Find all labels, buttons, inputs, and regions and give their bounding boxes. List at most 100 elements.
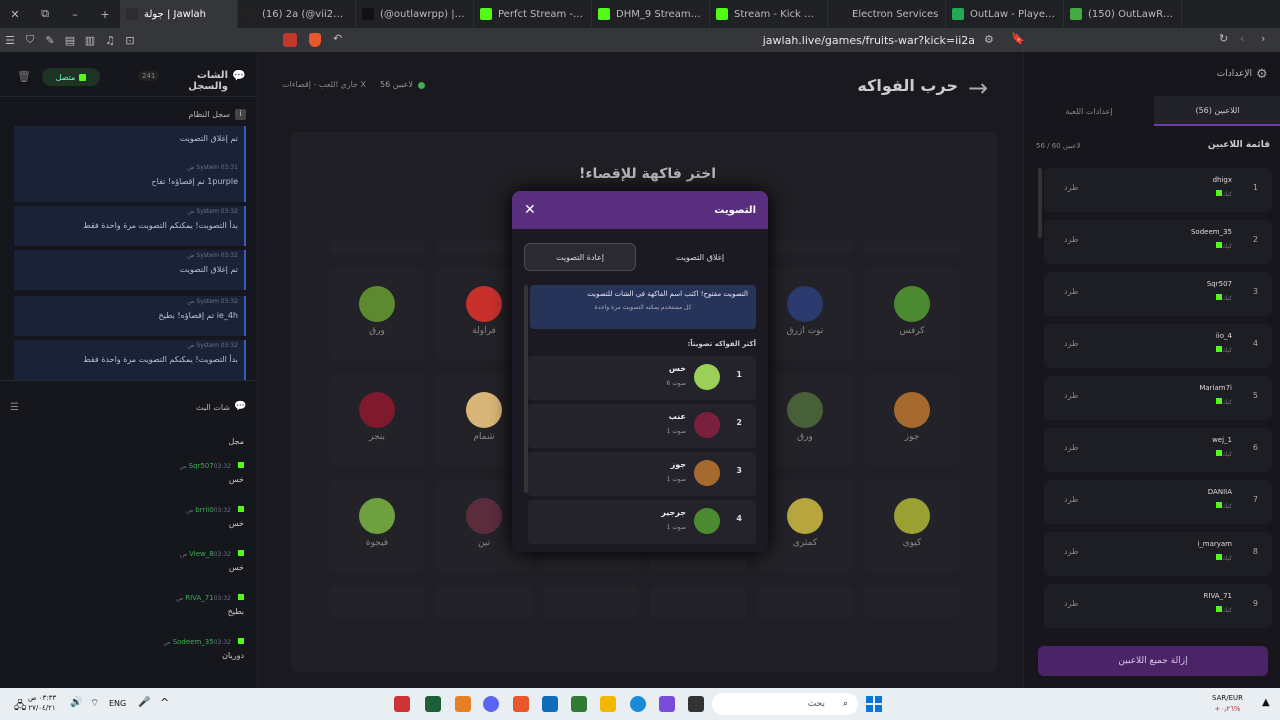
brave-icon[interactable] (513, 696, 529, 712)
bookmark-icon[interactable]: 🔖 (1011, 32, 1025, 45)
username[interactable]: Sqr507 (189, 462, 214, 470)
wifi-icon[interactable]: ⌔ (90, 697, 99, 710)
system-message-text: تم إغلاق التصويت (179, 134, 238, 143)
language-indicator[interactable]: ENG (109, 699, 126, 708)
chat-bubble-icon: 💬 (234, 401, 247, 412)
reset-vote-button[interactable]: إعادة التصويت (524, 243, 636, 271)
alert-icon[interactable] (283, 33, 297, 47)
chevron-up-icon[interactable]: ^ (160, 696, 169, 709)
kick-icon (238, 550, 244, 556)
username[interactable]: brrii0 (195, 506, 213, 514)
vote-fruit-name: جرجير (661, 508, 686, 517)
kick-icon (238, 462, 244, 468)
app-icon[interactable] (571, 696, 587, 712)
filter-icon[interactable]: ☰ (10, 402, 19, 413)
outlook-icon[interactable] (542, 696, 558, 712)
tab-title: (@outlawrpp) | TikTok(13) (380, 8, 467, 20)
pen-icon[interactable]: ✎ (40, 34, 60, 47)
vote-row: 4 جرجير 1 صوت (528, 500, 756, 544)
tab-favicon-icon (362, 8, 374, 20)
browser-tab[interactable]: Stream - Kick Dashboard (710, 0, 828, 28)
browser-tab[interactable]: Electron Services (828, 0, 946, 28)
new-tab-icon[interactable]: + (90, 8, 120, 21)
browser-tab[interactable]: Perfct Stream - Watch Live (474, 0, 592, 28)
forward-icon[interactable]: › (1261, 32, 1265, 45)
app-icon[interactable] (394, 696, 410, 712)
kick-icon (238, 638, 244, 644)
edge-icon[interactable] (630, 696, 646, 712)
close-icon[interactable]: ✕ (524, 202, 536, 218)
tab-title: Perfct Stream - Watch Live (498, 8, 585, 20)
sidebar-icon[interactable]: ▥ (80, 34, 100, 47)
microphone-icon[interactable]: 🎤 (138, 697, 150, 708)
tab-title: OutLaw - Player Page (970, 8, 1057, 20)
tab-title: (150) OutLawRp 2.0 - Live (1088, 8, 1175, 20)
vote-rank: 4 (736, 514, 742, 523)
browser-tab[interactable]: (16) 2a (@vii2a) / X (238, 0, 356, 28)
clock-date[interactable]: ٢٧/٠٤/٢١ (28, 703, 56, 713)
search-icon: ⌕ (842, 699, 848, 709)
vote-count: 1 صوت (666, 524, 686, 531)
clock-time[interactable]: ٠٣:٣٣ ص (28, 693, 56, 703)
username[interactable]: RIVA_71 (185, 594, 213, 602)
music-icon[interactable]: ♫ (100, 34, 120, 47)
reload-icon[interactable]: ↻ (1219, 32, 1228, 45)
chart-icon[interactable]: ▲ (1262, 697, 1270, 708)
username[interactable]: View_8 (189, 550, 214, 558)
history-icon[interactable]: ↶ (333, 32, 342, 45)
app-icon[interactable] (455, 696, 471, 712)
tab-favicon-icon (480, 8, 492, 20)
tab-title: (16) 2a (@vii2a) / X (262, 8, 349, 20)
system-message: System 03:32 ص بدأ التصويت! يمكنكم التصوي… (14, 340, 246, 380)
system-message-meta: System 03:32 ص (187, 298, 238, 305)
currency-change[interactable]: +٠٫٢٦% (1212, 704, 1243, 715)
menu-icon[interactable]: ☰ (0, 34, 20, 47)
browser-tab[interactable]: جولة | Jawlah (120, 0, 238, 28)
back-icon[interactable]: ‹ (1240, 32, 1244, 45)
system-message: تم إغلاق التصويت (14, 126, 246, 166)
folder-icon[interactable] (600, 696, 616, 712)
currency-pair[interactable]: SAR/EUR (1212, 693, 1243, 704)
browser-tab[interactable]: OutLaw - Player Page (946, 0, 1064, 28)
modal-title: التصويت (714, 204, 756, 216)
search-box[interactable]: بحث ⌕ (712, 693, 858, 715)
copilot-icon[interactable] (659, 696, 675, 712)
vote-fruit-name: عنب (668, 412, 686, 421)
brave-icon[interactable] (309, 33, 321, 47)
username[interactable]: Sodeem_35 (173, 638, 214, 646)
address-bar: ☰ ⛉ ✎ ▤ ▥ ♫ ⊡ ↶ jawlah.live/games/fruits… (0, 28, 1280, 52)
volume-icon[interactable]: 🔊 (70, 697, 82, 708)
window-icon[interactable]: ⧉ (30, 7, 60, 21)
app-icon[interactable] (688, 696, 704, 712)
message-header: View_803:32 ص (20, 550, 244, 558)
vote-rank: 3 (736, 466, 742, 475)
excel-icon[interactable] (425, 696, 441, 712)
minimize-icon[interactable]: – (60, 8, 90, 21)
system-message: System 03:32 ص ie_4h تم إقصاؤه! بطيخ (14, 296, 246, 336)
vote-rank: 2 (736, 418, 742, 427)
browser-tab[interactable]: (150) OutLawRp 2.0 - Live (1064, 0, 1182, 28)
network-icon[interactable]: 🖧 (14, 697, 26, 716)
vote-row: 3 جوز 1 صوت (528, 452, 756, 496)
browser-tab[interactable]: (@outlawrpp) | TikTok(13) (356, 0, 474, 28)
message-text: بطيخ (227, 607, 244, 616)
url-input[interactable]: jawlah.live/games/fruits-war?kick=ii2a (560, 34, 975, 47)
screenshot-icon[interactable]: ⊡ (120, 34, 140, 47)
vote-info-text: التصويت مفتوح! اكتب اسم الفاكهة في الشات… (587, 290, 748, 298)
shield-icon[interactable]: ⛉ (20, 33, 40, 47)
vote-row: 1 خس 6 صوت (528, 356, 756, 400)
permissions-icon[interactable]: ⚙ (984, 33, 994, 46)
tab-title: Stream - Kick Dashboard (734, 8, 821, 20)
kick-icon (79, 73, 87, 81)
close-vote-button[interactable]: إغلاق التصويت (644, 243, 756, 271)
close-icon[interactable]: ✕ (0, 8, 30, 21)
system-log-title: سجل النظام (188, 110, 231, 119)
kick-icon (238, 506, 244, 512)
overlay (258, 52, 1280, 688)
trash-icon[interactable]: 🗑 (17, 70, 31, 83)
windows-start-icon[interactable] (866, 696, 882, 712)
tabs-icon[interactable]: ▤ (60, 34, 80, 47)
discord-icon[interactable] (483, 696, 499, 712)
browser-tab[interactable]: DHM_9 Stream - Watch Live (592, 0, 710, 28)
kick-icon (238, 594, 244, 600)
